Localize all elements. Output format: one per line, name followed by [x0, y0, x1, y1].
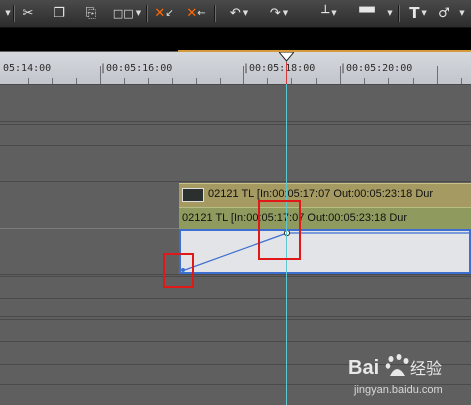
playhead-ruler-line	[286, 62, 287, 84]
volume-envelope-line	[181, 231, 471, 272]
delete-in-out-button[interactable]: ✕ ↙	[152, 3, 176, 23]
ripple-delete-icon: ✕	[186, 5, 198, 21]
highlight-box	[258, 200, 301, 260]
audio-rubberband-area[interactable]	[179, 229, 471, 274]
dropdown-arrow-icon[interactable]: ▼	[384, 3, 394, 23]
ruler-label: |00:05:16:00	[100, 63, 173, 74]
clip-mode-icon: □□	[112, 6, 134, 20]
ruler-label: |00:05:20:00	[340, 63, 413, 74]
audio-level-button[interactable]: ┴ ▼	[310, 3, 348, 23]
timecode-ruler[interactable]: 05:14:00 |00:05:16:00 |00:05:18:00 |00:0…	[0, 52, 471, 85]
track-divider	[0, 228, 179, 229]
video-clip[interactable]: 02121 TL [In:00:05:17:07 Out:00:05:23:18…	[179, 183, 471, 207]
title-button[interactable]: T ▼	[404, 3, 432, 23]
transition-button[interactable]: ▀▀	[352, 3, 382, 23]
dropdown-arrow-icon[interactable]: ▼	[136, 9, 141, 17]
track-divider	[0, 276, 471, 277]
undo-button[interactable]: ↶ ▼	[222, 3, 256, 23]
track-divider	[0, 316, 471, 317]
dropdown-arrow-icon[interactable]: ▼	[243, 9, 248, 17]
track-divider	[0, 341, 471, 342]
clip-thumbnail	[182, 188, 204, 202]
ruler-label: |00:05:18:00	[243, 63, 316, 74]
dropdown-arrow-icon[interactable]: ▼	[2, 3, 12, 23]
svg-text:Bai: Bai	[348, 357, 379, 379]
ruler-tick	[243, 66, 244, 84]
paste-icon[interactable]: ⎘	[82, 3, 100, 23]
ruler-tick	[437, 66, 438, 84]
track-divider	[0, 121, 471, 122]
track-divider	[0, 124, 471, 125]
dropdown-arrow-icon[interactable]: ▼	[331, 9, 336, 17]
track-divider	[0, 181, 471, 182]
playhead-marker-icon[interactable]	[279, 52, 294, 62]
undo-icon: ↶	[229, 5, 241, 21]
svg-text:经验: 经验	[410, 360, 442, 378]
dropdown-arrow-icon[interactable]: ▼	[421, 9, 426, 17]
toolbar-separator	[214, 5, 216, 22]
track-divider	[0, 319, 471, 320]
toolbar-separator	[146, 5, 148, 22]
audio-clip[interactable]: 02121 TL [In:00:05:17:07 Out:00:05:23:18…	[179, 207, 471, 230]
dropdown-arrow-icon[interactable]: ▼	[283, 9, 288, 17]
track-divider	[0, 298, 471, 299]
ruler-tick	[340, 66, 341, 84]
toolbar-separator	[398, 5, 400, 22]
audio-level-icon: ┴	[321, 5, 330, 21]
track-divider	[0, 84, 471, 85]
video-clip-label: 02121 TL [In:00:05:17:07 Out:00:05:23:18…	[208, 188, 434, 200]
redo-icon: ↷	[269, 5, 281, 21]
clip-mode-button[interactable]: □□ ▼	[112, 3, 142, 23]
copy-icon[interactable]: ❐	[50, 3, 68, 23]
timeline-header-strip	[0, 28, 471, 51]
voiceover-icon[interactable]: ♂	[436, 3, 452, 23]
dropdown-arrow-icon[interactable]: ▼	[455, 3, 467, 23]
ripple-delete-button[interactable]: ✕ ←	[184, 3, 208, 23]
redo-button[interactable]: ↷ ▼	[262, 3, 296, 23]
highlight-box	[163, 253, 194, 288]
ruler-label: 05:14:00	[3, 63, 52, 74]
track-divider	[0, 145, 471, 146]
baidu-jingyan-logo: Bai 经验	[348, 354, 442, 379]
ruler-tick	[100, 66, 101, 84]
baidu-watermark: Bai 经验 jingyan.baidu.com	[344, 350, 469, 402]
toolbar-separator	[13, 5, 15, 22]
delete-icon: ✕	[154, 5, 166, 21]
timeline-toolbar: ▼ ✂ ❐ ⎘ □□ ▼ ✕ ↙ ✕ ← ↶ ▼ ↷ ▼ ┴ ▼ ▀▀ ▼ T ▼ ♂ ▼	[0, 0, 471, 28]
title-icon: T	[409, 4, 420, 22]
transition-icon: ▀▀	[359, 7, 375, 19]
cut-icon[interactable]: ✂	[19, 3, 37, 23]
watermark-site: jingyan.baidu.com	[354, 384, 443, 396]
